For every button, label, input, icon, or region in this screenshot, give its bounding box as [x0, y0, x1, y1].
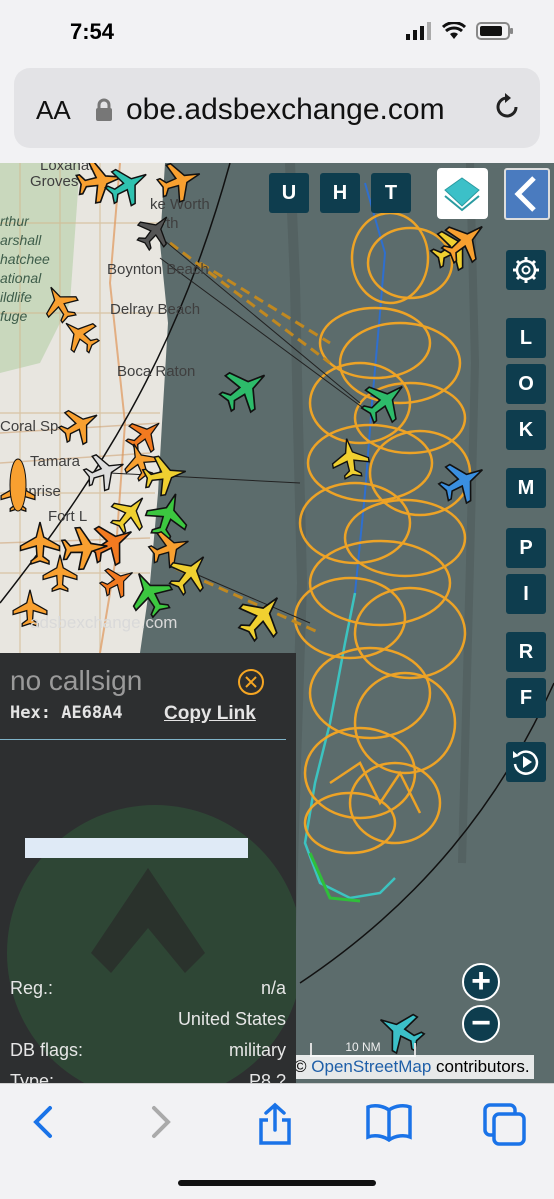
chevron-left-icon	[514, 176, 536, 212]
zoom-out-button[interactable]: −	[462, 1005, 500, 1043]
reader-options-button[interactable]: AA	[36, 95, 71, 126]
wifi-icon	[442, 22, 466, 39]
photo-placeholder	[25, 838, 248, 858]
aircraft-icon[interactable]	[119, 409, 171, 461]
info-value: n/a	[260, 978, 286, 998]
hex-value: AE68A4	[61, 703, 123, 723]
bookmarks-icon[interactable]	[364, 1102, 414, 1142]
info-value: military	[229, 1040, 286, 1060]
aircraft-icon[interactable]	[152, 163, 208, 208]
address-bar[interactable]: AA obe.adsbexchange.com	[14, 68, 540, 148]
hex-label: Hex:	[10, 703, 51, 723]
lock-icon	[96, 98, 112, 121]
status-bar: 7:54	[0, 0, 554, 64]
map-button-h[interactable]: H	[320, 173, 360, 213]
osm-link[interactable]: OpenStreetMap	[311, 1057, 431, 1076]
browser-toolbar	[0, 1083, 554, 1199]
map-button-r[interactable]: R	[506, 632, 546, 672]
status-time: 7:54	[70, 19, 115, 44]
scale-label: 10 NM	[345, 1040, 381, 1054]
map-button-f[interactable]: F	[506, 678, 546, 718]
forward-arrow-icon[interactable]	[146, 1102, 176, 1142]
aircraft-icon[interactable]	[19, 521, 61, 565]
map-button-l[interactable]: L	[506, 318, 546, 358]
aircraft-icon[interactable]	[353, 369, 417, 433]
balloon-icon[interactable]	[9, 458, 27, 512]
aircraft-info-panel: no callsign Hex: AE68A4 Copy Link Reg.: …	[0, 653, 296, 1083]
close-icon[interactable]	[236, 667, 266, 697]
back-arrow-icon[interactable]	[28, 1102, 58, 1142]
aircraft-icon[interactable]	[432, 450, 494, 512]
aircraft-icon[interactable]	[95, 558, 141, 604]
url-text[interactable]: obe.adsbexchange.com	[126, 93, 496, 127]
aircraft-icon[interactable]	[211, 356, 279, 422]
signal-icon	[406, 22, 431, 40]
map-button-t[interactable]: T	[371, 173, 411, 213]
aircraft-icon[interactable]	[129, 205, 181, 257]
gear-icon	[513, 257, 539, 283]
map-button-o[interactable]: O	[506, 364, 546, 404]
collapse-sidebar-button[interactable]	[504, 168, 550, 220]
map-button-i[interactable]: I	[506, 574, 546, 614]
replay-icon	[513, 750, 539, 775]
map-button-k[interactable]: K	[506, 410, 546, 450]
map-attribution: © OpenStreetMap contributors.	[290, 1055, 534, 1079]
browser-address-area: AA obe.adsbexchange.com	[0, 64, 554, 164]
map-button-m[interactable]: M	[506, 468, 546, 508]
info-divider	[0, 739, 286, 740]
aircraft-icon[interactable]	[53, 398, 107, 452]
callsign-label: no callsign	[10, 665, 143, 696]
layers-icon	[444, 177, 480, 212]
flight-map[interactable]: Loxahat Groves ke Worth th rthur arshall…	[0, 163, 554, 1083]
hex-field: Hex: AE68A4	[10, 703, 123, 723]
info-label: Type:	[10, 1071, 55, 1083]
info-row-type: Type: P8 ?	[10, 1071, 286, 1083]
layers-button[interactable]	[437, 168, 488, 219]
aircraft-icon[interactable]	[228, 582, 296, 650]
reload-icon[interactable]	[492, 92, 522, 122]
zoom-in-button[interactable]: +	[462, 963, 500, 1001]
status-icons	[406, 22, 514, 40]
aircraft-icon[interactable]	[327, 434, 373, 482]
settings-button[interactable]	[506, 250, 546, 290]
tabs-icon[interactable]	[482, 1102, 528, 1146]
info-row-dbflags: DB flags: military	[10, 1040, 286, 1061]
home-indicator[interactable]	[178, 1180, 376, 1186]
map-button-u[interactable]: U	[269, 173, 309, 213]
share-icon[interactable]	[255, 1102, 295, 1146]
map-watermark: adsbexchange.com	[30, 613, 178, 632]
info-label: DB flags:	[10, 1040, 84, 1060]
copy-link-button[interactable]: Copy Link	[164, 703, 256, 725]
aircraft-icon[interactable]	[79, 446, 131, 496]
attribution-suffix: contributors.	[436, 1057, 530, 1076]
info-label: Reg.:	[10, 978, 54, 998]
aircraft-icon[interactable]	[139, 486, 197, 544]
aircraft-icon[interactable]	[35, 278, 85, 328]
replay-button[interactable]	[506, 742, 546, 782]
battery-icon	[476, 22, 513, 40]
info-row-reg: Reg.: n/a	[10, 978, 286, 999]
map-button-p[interactable]: P	[506, 528, 546, 568]
aircraft-icon[interactable]	[99, 163, 157, 214]
info-value: United States	[177, 1009, 286, 1029]
info-value: P8 ?	[248, 1071, 286, 1083]
